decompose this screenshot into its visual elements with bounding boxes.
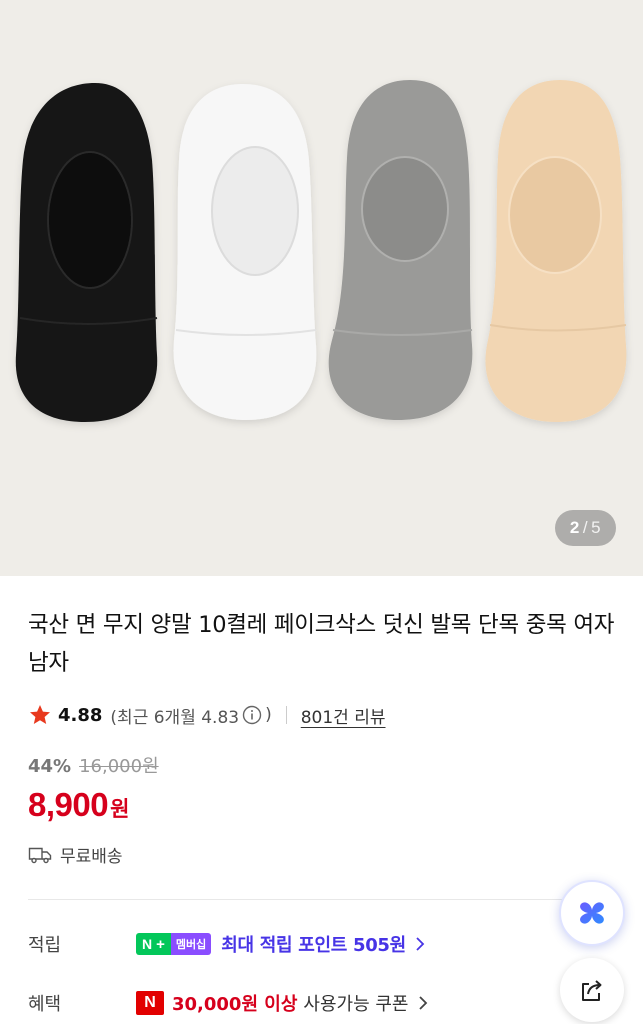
- recent-rating-text: (최근 6개월 4.83: [110, 707, 240, 728]
- page-separator: /: [582, 518, 589, 537]
- socks-image: [15, 80, 627, 422]
- membership-tag: 멤버십: [170, 933, 212, 955]
- original-price: 16,000원: [79, 756, 159, 777]
- rating-row: 4.88 (최근 6개월 4.83 ) 801건 리뷰: [28, 700, 386, 730]
- rating-score: 4.88: [58, 704, 103, 726]
- benefit-label: 혜택: [28, 994, 62, 1015]
- sale-price: 8,900: [28, 786, 109, 823]
- info-icon[interactable]: [242, 705, 262, 725]
- naver-coupon-badge: N: [136, 991, 164, 1015]
- sock-white: [173, 84, 317, 420]
- naver-n: N: [142, 936, 153, 952]
- image-page-indicator: 2 / 5: [555, 510, 616, 546]
- review-count-link[interactable]: 801건 리뷰: [301, 703, 386, 728]
- star-icon: [30, 705, 50, 724]
- coupon-min-amount: 30,000원 이상: [172, 994, 298, 1015]
- sale-price-row: 8,900 원: [28, 786, 129, 824]
- coupon-description: 사용가능 쿠폰: [303, 994, 409, 1015]
- truck-icon: [28, 847, 52, 863]
- chevron-right-icon: [418, 996, 427, 1010]
- points-label: 적립: [28, 935, 62, 956]
- shipping-row: 무료배송: [28, 842, 123, 867]
- discount-rate: 44%: [28, 756, 72, 777]
- points-row[interactable]: 적립 N + 멤버십 최대 적립 포인트 505원: [28, 926, 426, 962]
- product-image-gallery[interactable]: 2 / 5: [0, 0, 643, 576]
- recent-rating-close: ): [265, 705, 272, 725]
- share-icon: [582, 980, 602, 1001]
- current-page: 2: [569, 518, 580, 537]
- chevron-right-icon: [416, 937, 425, 951]
- discount-row: 44% 16,000원: [28, 752, 159, 778]
- sock-grey: [328, 80, 473, 420]
- sock-black: [15, 83, 158, 422]
- rating-divider: [285, 706, 287, 724]
- naver-plus-membership-badge: N + 멤버십: [136, 933, 212, 955]
- naver-plus-badge: N +: [136, 933, 171, 955]
- ai-assistant-icon: [580, 902, 604, 924]
- shipping-label: 무료배송: [60, 847, 123, 867]
- currency-unit: 원: [110, 797, 130, 821]
- plus-sign: +: [156, 935, 165, 953]
- total-pages: 5: [591, 518, 602, 537]
- section-divider: [28, 899, 588, 900]
- sock-beige: [485, 80, 627, 422]
- coupon-row[interactable]: 혜택 N 30,000원 이상 사용가능 쿠폰: [28, 985, 429, 1021]
- max-points-text: 최대 적립 포인트 505원: [221, 935, 406, 956]
- share-button[interactable]: [560, 958, 624, 1022]
- ai-assistant-button[interactable]: [559, 880, 625, 946]
- recent-rating: (최근 6개월 4.83 ): [110, 703, 271, 728]
- product-title: 국산 면 무지 양말 10켤레 페이크삭스 덧신 발목 단목 중목 여자 남자: [28, 612, 615, 676]
